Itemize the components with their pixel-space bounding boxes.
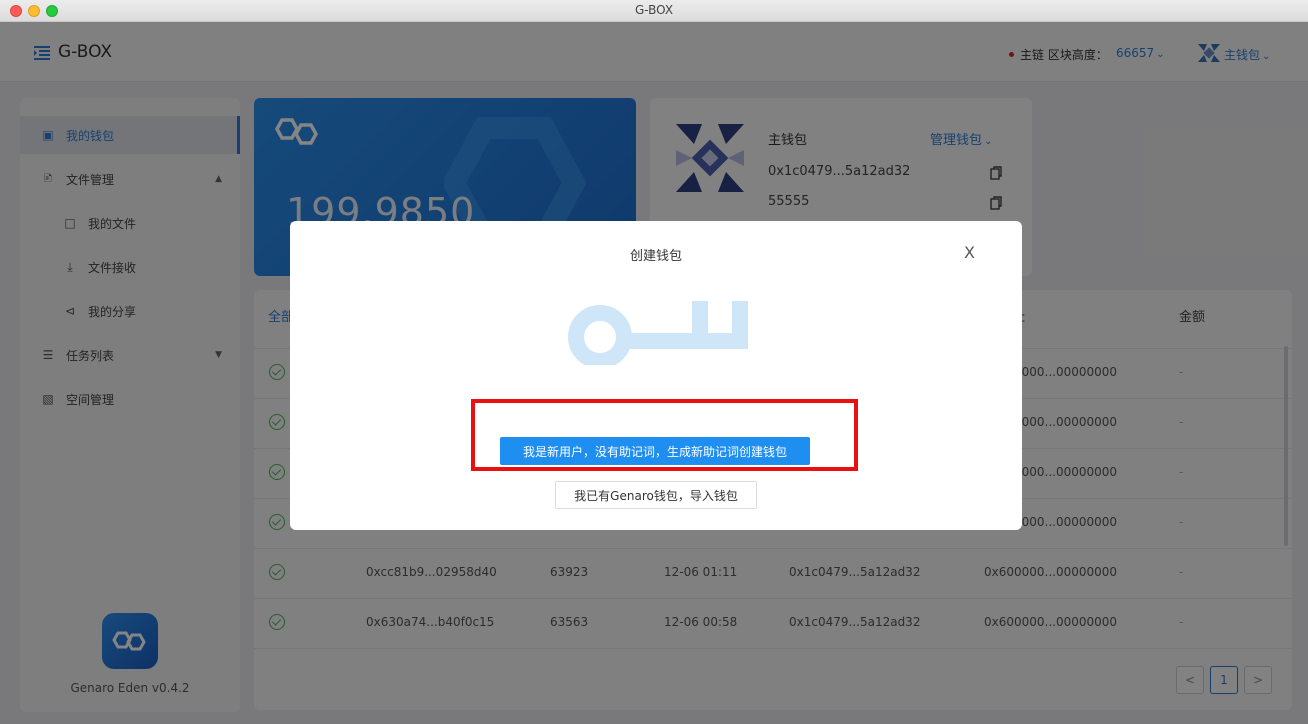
- key-icon: [568, 301, 748, 365]
- window-title: G-BOX: [634, 3, 674, 17]
- dialog-title: 创建钱包: [629, 249, 682, 264]
- import-wallet-button[interactable]: 我已有Genaro钱包，导入钱包: [555, 481, 757, 509]
- highlight-box: [471, 399, 858, 471]
- window-titlebar: G-BOX: [0, 0, 1308, 22]
- create-wallet-dialog: 创建钱包 X 我是新用户，没有助记词，生成新助记词创建钱包 我已有Genaro钱…: [290, 221, 1022, 530]
- close-icon[interactable]: X: [964, 243, 975, 262]
